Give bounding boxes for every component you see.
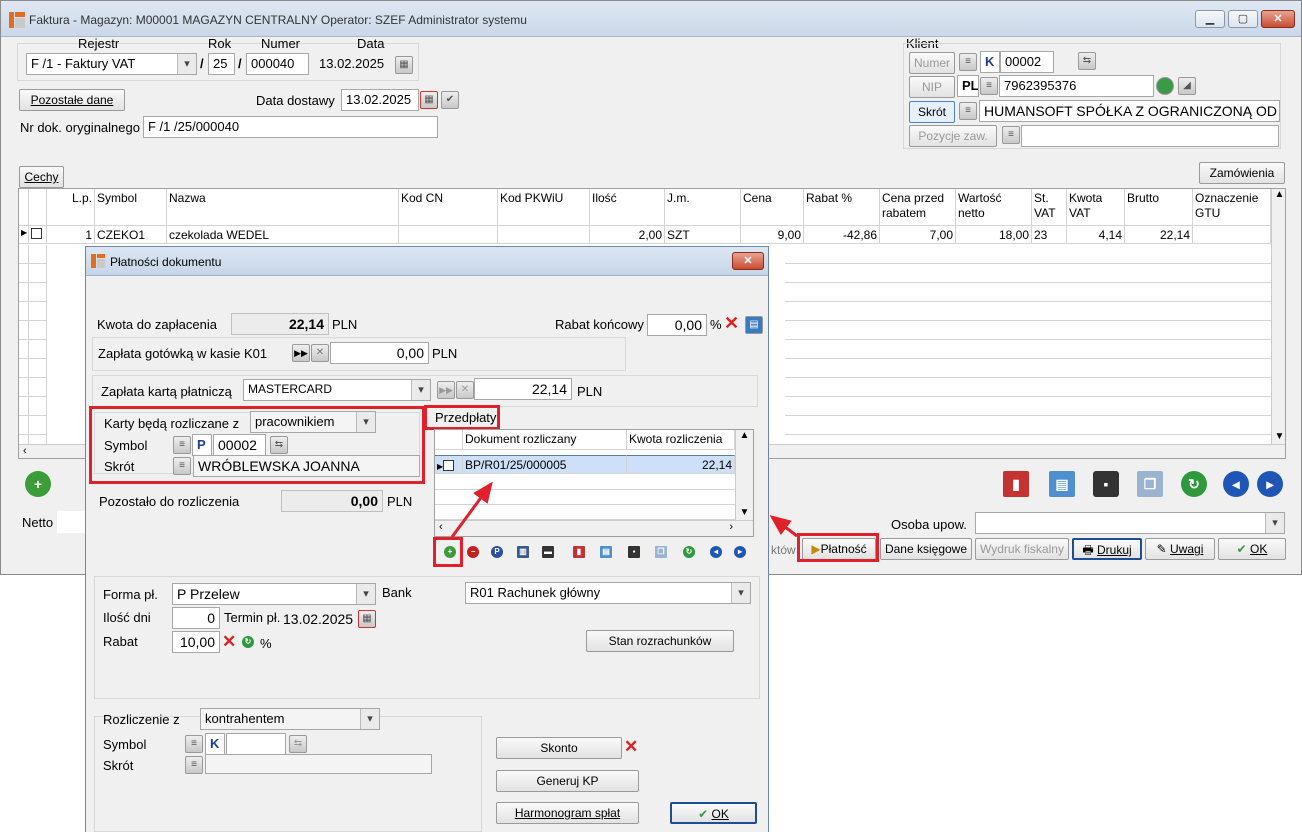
annotation-arrows bbox=[450, 481, 798, 538]
